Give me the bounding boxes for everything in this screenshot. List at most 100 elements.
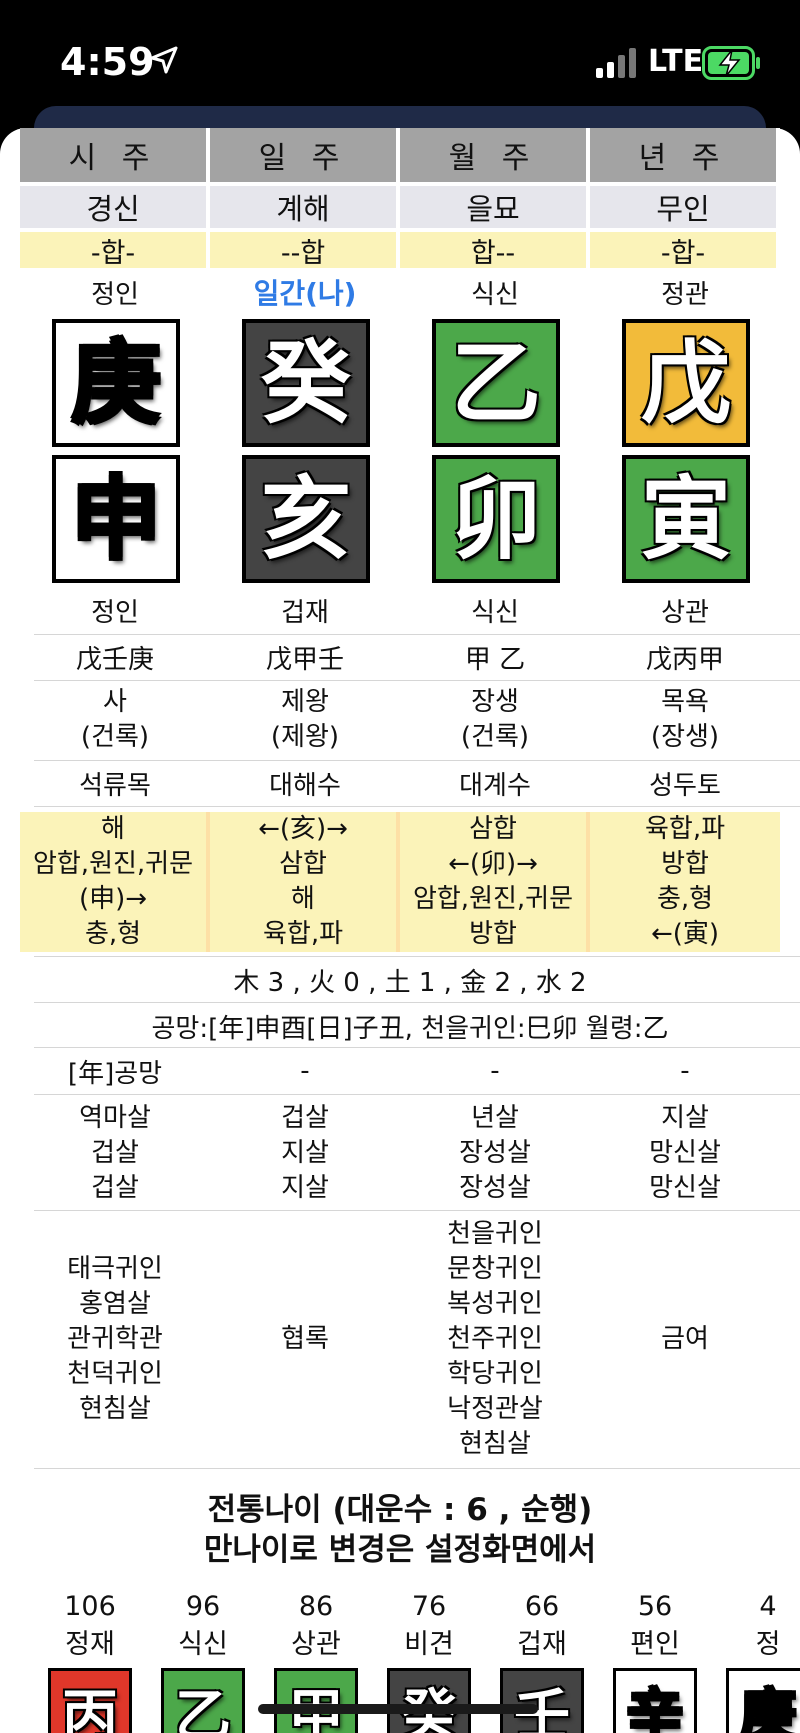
state-sub: (건록) <box>460 722 530 752</box>
daeun-subtitle[interactable]: 만나이로 변경은 설정화면에서 <box>0 1524 800 1569</box>
daeun-box[interactable]: 甲 <box>274 1668 358 1733</box>
branch-char: 寅 <box>641 466 731 572</box>
gwiin: 학당귀인 <box>447 1358 543 1389</box>
divider <box>34 1094 800 1095</box>
sal: 겁살 <box>281 1102 329 1133</box>
relation-item: 충,형 <box>84 919 142 949</box>
branch-god: 식신 <box>471 597 519 628</box>
relation-item: 암합,원진,귀문 <box>32 849 194 879</box>
sal-cell: 지살 망신살 망신살 <box>590 1098 780 1208</box>
hidden-stems-row: 戊壬庚 戊甲壬 甲 乙 戊丙甲 <box>20 636 800 678</box>
divider <box>34 760 800 761</box>
state-sub: (장생) <box>650 722 720 752</box>
hap-mark: --합 <box>210 232 400 269</box>
sal-cell: 년살 장성살 장성살 <box>400 1098 590 1208</box>
hap-mark: -합- <box>590 232 780 269</box>
relation-item: 육합,파 <box>644 814 726 844</box>
home-indicator[interactable] <box>258 1704 538 1714</box>
daeun-box[interactable]: 壬 <box>500 1668 584 1733</box>
gwiin-cell: 협록 <box>210 1214 400 1464</box>
stem-god: 정인 <box>91 279 139 310</box>
daeun-box[interactable]: 辛 <box>613 1668 697 1733</box>
branch-char: 亥 <box>261 466 351 572</box>
hidden-stems: 戊壬庚 <box>75 644 154 675</box>
relations-year: 육합,파 방합 충,형 ←(寅) <box>590 812 780 952</box>
relation-item: 삼합 <box>469 814 517 844</box>
pillar-name: 무인 <box>590 186 780 228</box>
hidden-stems: 甲 乙 <box>464 644 526 675</box>
elements-summary: 木 3 , 火 0 , 土 1 , 金 2 , 水 2 <box>233 968 587 998</box>
gwiin: 복성귀인 <box>447 1288 543 1319</box>
stem-day-box[interactable]: 癸 <box>242 319 370 447</box>
stem-month-box[interactable]: 乙 <box>432 319 560 447</box>
gwiin-row: 태극귀인 홍염살 관귀학관 천덕귀인 현침살 협록 천을귀인 문창귀인 복성귀인… <box>20 1214 800 1464</box>
daeun-age: 76 <box>411 1591 447 1622</box>
gwiin: 낙정관살 <box>447 1393 543 1424</box>
daeun-column[interactable]: 86 상관 <box>266 1588 366 1664</box>
divider <box>34 1210 800 1211</box>
state-name: 장생 <box>471 687 519 717</box>
sal: 지살 <box>281 1137 329 1168</box>
gwiin-cell: 천을귀인 문창귀인 복성귀인 천주귀인 학당귀인 낙정관살 현침살 <box>400 1214 590 1464</box>
daeun-column[interactable]: 106 정재 <box>40 1588 140 1664</box>
state-sub: (건록) <box>80 722 150 752</box>
divider <box>34 956 800 957</box>
napeum: 대해수 <box>269 770 341 801</box>
branch-god: 정인 <box>91 597 139 628</box>
gongmang-cell: - <box>490 1056 500 1086</box>
daeun-column[interactable]: 66 겁재 <box>492 1588 592 1664</box>
sal: 겁살 <box>91 1137 139 1168</box>
daeun-column[interactable]: 4 정 <box>718 1588 800 1664</box>
gongmang-info: 공망:[年]申酉[日]子丑, 천을귀인:巳卯 월령:乙 <box>151 1014 669 1044</box>
gwiin: 천주귀인 <box>447 1323 543 1354</box>
daeun-column[interactable]: 56 편인 <box>605 1588 705 1664</box>
state-sub: (제왕) <box>270 722 340 752</box>
branch-god-row: 정인 겁재 식신 상관 <box>20 590 800 630</box>
pillar-name-row: 경신 계해 을묘 무인 <box>20 186 800 228</box>
gwiin: 금여 <box>661 1323 709 1354</box>
pillar-name: 을묘 <box>400 186 590 228</box>
branch-day-box[interactable]: 亥 <box>242 455 370 583</box>
network-label: LTE <box>648 44 704 79</box>
ilgan-label[interactable]: 일간(나) <box>210 272 400 312</box>
hap-mark: 합-- <box>400 232 590 269</box>
daeun-god: 겁재 <box>517 1629 567 1660</box>
signal-icon <box>596 48 636 78</box>
location-arrow-icon <box>150 46 178 74</box>
gwiin: 문창귀인 <box>447 1253 543 1284</box>
napeum-row: 석류목 대해수 대계수 성두토 <box>20 762 800 804</box>
stem-hour-box[interactable]: 庚 <box>52 319 180 447</box>
header-day: 일 주 <box>210 128 400 182</box>
daeun-box[interactable]: 庚 <box>726 1668 800 1733</box>
branch-hour-box[interactable]: 申 <box>52 455 180 583</box>
daeun-column[interactable]: 76 비견 <box>379 1588 479 1664</box>
napeum: 성두토 <box>649 770 721 801</box>
daeun-box[interactable]: 乙 <box>161 1668 245 1733</box>
daeun-god: 상관 <box>291 1629 341 1660</box>
daeun-age: 4 <box>759 1591 777 1622</box>
relation-item: 방합 <box>469 919 517 949</box>
pillar-header-row: 시 주 일 주 월 주 년 주 <box>20 128 800 182</box>
twelve-state: 사 (건록) <box>20 682 210 758</box>
state-name: 목욕 <box>661 687 709 717</box>
relations-hour: 해 암합,원진,귀문 (申)→ 충,형 <box>20 812 210 952</box>
stem-char: 庚 <box>71 330 161 436</box>
gwiin: 현침살 <box>79 1393 151 1424</box>
branch-year-box[interactable]: 寅 <box>622 455 750 583</box>
daeun-char: 甲 <box>288 1683 344 1733</box>
daeun-char: 壬 <box>514 1683 570 1733</box>
sal: 장성살 <box>459 1137 531 1168</box>
daeun-god: 비견 <box>404 1629 454 1660</box>
sal-row: 역마살 겁살 겁살 겁살 지살 지살 년살 장성살 장성살 지살 망신살 망신살 <box>20 1098 800 1208</box>
daeun-box[interactable]: 丙 <box>48 1668 132 1733</box>
stem-year-box[interactable]: 戊 <box>622 319 750 447</box>
sal: 지살 <box>661 1102 709 1133</box>
relation-item: ←(卯)→ <box>448 849 538 879</box>
daeun-box[interactable]: 癸 <box>387 1668 471 1733</box>
daeun-column[interactable]: 96 식신 <box>153 1588 253 1664</box>
divider <box>34 806 800 807</box>
branch-month-box[interactable]: 卯 <box>432 455 560 583</box>
stem-god: 정관 <box>661 279 709 310</box>
relation-item: 충,형 <box>656 884 714 914</box>
pillar-name: 계해 <box>210 186 400 228</box>
